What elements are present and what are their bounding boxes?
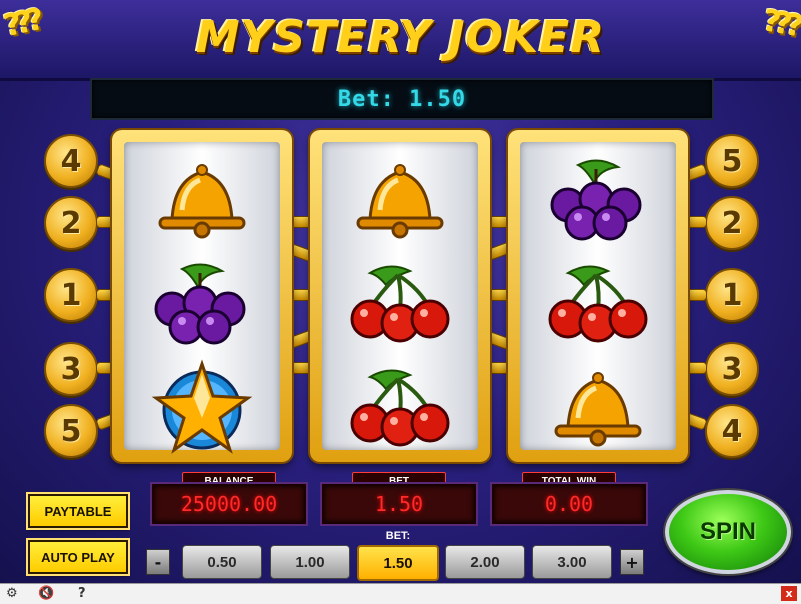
plums-icon (124, 252, 280, 352)
bet-option-0-50[interactable]: 0.50 (182, 545, 262, 579)
status-bar: ⚙ 🔇 ? x (0, 583, 801, 604)
autoplay-button[interactable]: AUTO PLAY (28, 540, 128, 574)
payline-coin-right-3[interactable]: 1 (705, 268, 759, 322)
reel-2-window (322, 142, 478, 450)
cherries-icon (322, 252, 478, 352)
star-icon (124, 356, 280, 456)
decrease-bet-button[interactable]: - (146, 549, 170, 575)
bet-value: 1.50 (322, 484, 476, 524)
speaker-muted-icon[interactable]: 🔇 (38, 586, 54, 601)
plums-icon (520, 148, 676, 248)
payline-coin-right-5[interactable]: 4 (705, 404, 759, 458)
reel-3-window (520, 142, 676, 450)
bell-icon (124, 148, 280, 248)
payline-coin-left-1[interactable]: 4 (44, 134, 98, 188)
payline-coin-right-1[interactable]: 5 (705, 134, 759, 188)
bet-option-1-00[interactable]: 1.00 (270, 545, 350, 579)
reel-3 (508, 130, 688, 462)
total-win-value: 0.00 (492, 484, 646, 524)
increase-bet-button[interactable]: + (620, 549, 644, 575)
help-icon[interactable]: ? (78, 586, 86, 601)
game-stage: ??? ??? MYSTERY JOKER Bet: 1.50 4 2 1 3 … (0, 0, 801, 583)
bet-option-1-50[interactable]: 1.50 (357, 545, 439, 581)
bet-selector-caption: BET: (385, 530, 411, 542)
paytable-button[interactable]: PAYTABLE (28, 494, 128, 528)
close-icon[interactable]: x (781, 586, 797, 601)
bet-display: Bet: 1.50 (90, 78, 714, 120)
bet-option-3-00[interactable]: 3.00 (532, 545, 612, 579)
spin-button[interactable]: SPIN (665, 490, 791, 574)
bet-display-text: Bet: 1.50 (337, 86, 467, 112)
payline-coin-left-4[interactable]: 3 (44, 342, 98, 396)
payline-coin-right-4[interactable]: 3 (705, 342, 759, 396)
balance-value: 25000.00 (152, 484, 306, 524)
reel-1 (112, 130, 292, 462)
bet-option-2-00[interactable]: 2.00 (445, 545, 525, 579)
payline-coin-left-3[interactable]: 1 (44, 268, 98, 322)
cherries-icon (520, 252, 676, 352)
payline-coin-left-2[interactable]: 2 (44, 196, 98, 250)
bell-icon (520, 356, 676, 456)
game-title: MYSTERY JOKER (195, 12, 606, 63)
payline-coin-left-5[interactable]: 5 (44, 404, 98, 458)
cherries-icon (322, 356, 478, 456)
reel-1-window (124, 142, 280, 454)
reel-2 (310, 130, 490, 462)
header-frame: ??? ??? MYSTERY JOKER (0, 0, 801, 81)
bell-icon (322, 148, 478, 248)
gear-icon[interactable]: ⚙ (6, 586, 18, 601)
payline-coin-right-2[interactable]: 2 (705, 196, 759, 250)
